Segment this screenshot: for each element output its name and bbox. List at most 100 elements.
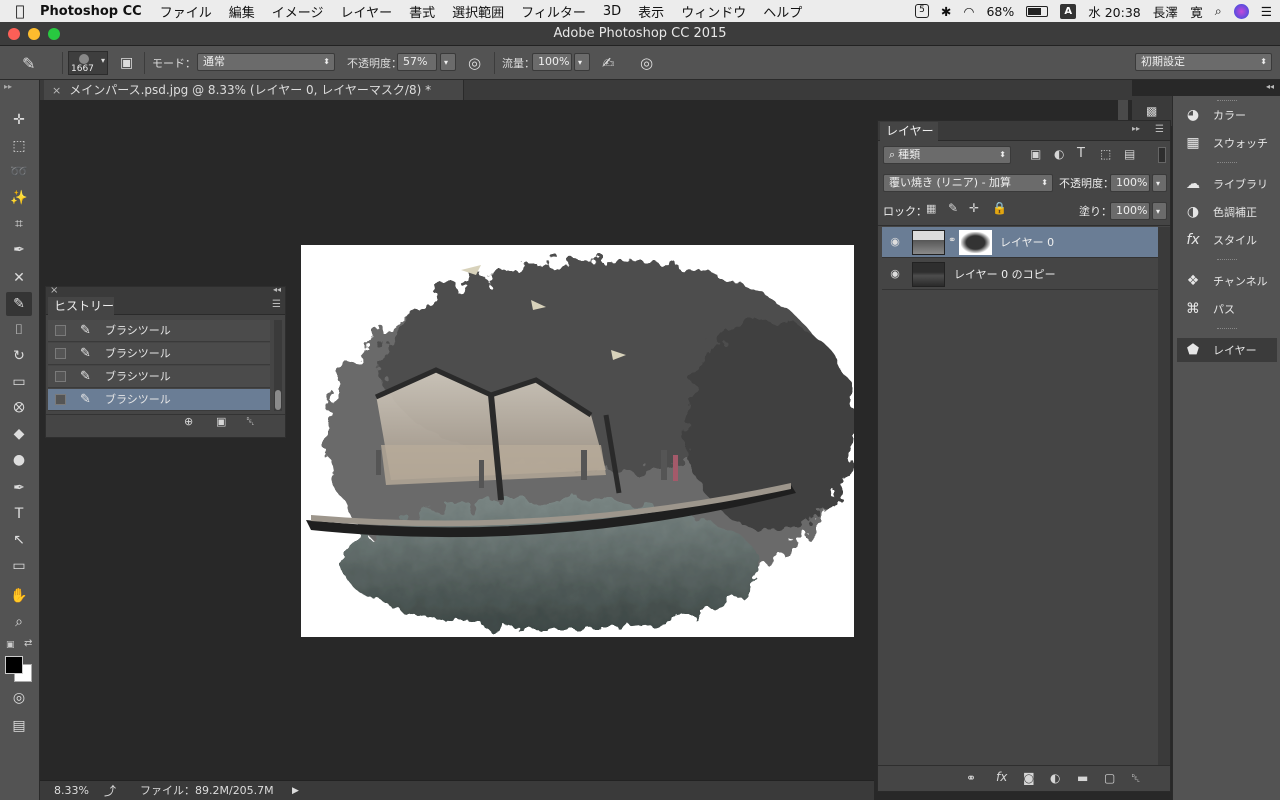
layers-tab[interactable]: レイヤー bbox=[880, 122, 938, 141]
history-tab[interactable]: ヒストリー bbox=[48, 297, 114, 315]
collapse-panel-icon[interactable]: ◂◂ bbox=[273, 285, 281, 294]
brush-size-picker[interactable]: 1667 ▾ bbox=[68, 51, 108, 75]
type-tool-icon[interactable]: T bbox=[6, 502, 32, 526]
fx-layer-style-icon[interactable]: fx bbox=[996, 770, 1007, 784]
flow-dropdown-button[interactable]: ▾ bbox=[574, 53, 590, 71]
blend-mode-select[interactable]: 通常 ⬍ bbox=[197, 53, 335, 71]
eraser-tool-icon[interactable]: ▭ bbox=[6, 370, 32, 394]
menubar-user[interactable]: 長澤 寛 bbox=[1153, 2, 1203, 21]
default-colors-icon[interactable]: ▣ bbox=[6, 640, 15, 650]
hand-tool-icon[interactable]: ✋ bbox=[6, 584, 32, 608]
bluetooth-icon[interactable]: ✱ bbox=[941, 4, 951, 19]
menu-edit[interactable]: 編集 bbox=[229, 2, 255, 21]
menu-image[interactable]: イメージ bbox=[272, 2, 324, 21]
marquee-tool-icon[interactable]: ⬚ bbox=[6, 134, 32, 158]
quick-mask-icon[interactable]: ◎ bbox=[6, 686, 32, 710]
collapse-panel-icon[interactable]: ▸▸ bbox=[4, 82, 12, 91]
zoom-tool-icon[interactable]: ⌕ bbox=[6, 610, 32, 634]
lock-transparent-pixels-icon[interactable]: ▦ bbox=[926, 202, 936, 215]
path-selection-tool-icon[interactable]: ↖ bbox=[6, 528, 32, 552]
blur-tool-icon[interactable]: ◆ bbox=[6, 422, 32, 446]
close-window-icon[interactable] bbox=[8, 28, 20, 40]
fill-dropdown[interactable]: ▾ bbox=[1152, 202, 1167, 220]
history-state-row-selected[interactable]: ✎ ブラシツール bbox=[48, 389, 270, 411]
rectangle-tool-icon[interactable]: ▭ bbox=[6, 554, 32, 578]
airbrush-icon[interactable]: ✍ bbox=[602, 46, 615, 80]
filter-type-layers-icon[interactable]: T bbox=[1077, 146, 1085, 161]
dock-item-paths[interactable]: ⌘ パス bbox=[1177, 297, 1277, 321]
layer-opacity-input[interactable]: 100% bbox=[1110, 174, 1150, 192]
menu-filter[interactable]: フィルター bbox=[521, 2, 586, 21]
dock-item-styles[interactable]: fx スタイル bbox=[1177, 228, 1277, 252]
panel-menu-icon[interactable]: ☰ bbox=[1155, 124, 1164, 135]
brush-tool-preset-icon[interactable]: ✎ bbox=[22, 46, 35, 80]
history-brush-tool-icon[interactable]: ↻ bbox=[6, 344, 32, 368]
dock-item-channels[interactable]: ❖ チャンネル bbox=[1177, 269, 1277, 293]
spotlight-search-icon[interactable]: ⌕ bbox=[1215, 3, 1222, 19]
status-menu-arrow-icon[interactable]: ▶ bbox=[292, 781, 299, 800]
lock-position-icon[interactable]: ✛ bbox=[969, 201, 979, 215]
magic-wand-tool-icon[interactable]: ✨ bbox=[6, 186, 32, 210]
history-state-row[interactable]: ✎ ブラシツール bbox=[48, 366, 270, 388]
paint-bucket-tool-icon[interactable]: ⭙ bbox=[6, 396, 32, 420]
scrollbar-thumb[interactable] bbox=[275, 390, 281, 410]
visibility-eye-icon[interactable]: ◉ bbox=[888, 235, 902, 249]
battery-icon[interactable] bbox=[1026, 5, 1049, 17]
battery-percent[interactable]: 68% bbox=[986, 4, 1014, 19]
trash-icon[interactable]: ␡ bbox=[246, 415, 255, 429]
layer-mask-thumbnail[interactable] bbox=[959, 230, 992, 255]
menubar-clock[interactable]: 水 20:38 bbox=[1088, 2, 1141, 21]
layer-thumbnail[interactable] bbox=[912, 262, 945, 287]
history-source-checkbox[interactable] bbox=[55, 348, 66, 359]
delete-layer-trash-icon[interactable]: ␡ bbox=[1131, 771, 1141, 786]
camera-snapshot-icon[interactable]: ▣ bbox=[216, 415, 226, 428]
siri-icon[interactable] bbox=[1233, 3, 1249, 19]
dock-item-swatches[interactable]: ▦ スウォッチ bbox=[1177, 131, 1277, 155]
workspace-select[interactable]: 初期設定 ⬍ bbox=[1135, 53, 1272, 71]
menu-window[interactable]: ウィンドウ bbox=[681, 2, 746, 21]
menu-3d[interactable]: 3D bbox=[603, 4, 621, 19]
flow-input[interactable]: 100% bbox=[532, 53, 572, 71]
history-source-checkbox[interactable] bbox=[55, 325, 66, 336]
dodge-tool-icon[interactable]: ● bbox=[6, 448, 32, 472]
pen-tool-icon[interactable]: ✒ bbox=[6, 476, 32, 500]
dock-item-adjustments[interactable]: ◑ 色調補正 bbox=[1177, 200, 1277, 224]
apple-menu-icon[interactable]:  bbox=[0, 2, 40, 20]
dock-item-layers[interactable]: ⬟ レイヤー bbox=[1177, 338, 1277, 362]
new-document-from-state-icon[interactable]: ⊕ bbox=[184, 415, 193, 428]
history-source-checkbox[interactable] bbox=[55, 371, 66, 382]
vertical-scrollbar[interactable] bbox=[1118, 100, 1128, 120]
filter-smart-objects-icon[interactable]: ▤ bbox=[1124, 147, 1135, 161]
document-canvas[interactable] bbox=[301, 245, 854, 637]
dock-item-color[interactable]: ◕ カラー bbox=[1177, 103, 1277, 127]
document-tab[interactable]: × メインパース.psd.jpg @ 8.33% (レイヤー 0, レイヤーマスク… bbox=[44, 80, 464, 100]
minimize-window-icon[interactable] bbox=[28, 28, 40, 40]
move-tool-icon[interactable]: ✛ bbox=[6, 108, 32, 132]
zoom-window-icon[interactable] bbox=[48, 28, 60, 40]
brush-tool-icon[interactable]: ✎ bbox=[6, 292, 32, 316]
share-icon[interactable]: ⤴ bbox=[104, 781, 116, 800]
lasso-tool-icon[interactable]: ➿ bbox=[6, 160, 32, 184]
panel-menu-icon[interactable]: ☰ bbox=[272, 299, 281, 310]
menu-layer[interactable]: レイヤー bbox=[340, 2, 392, 21]
layer-row[interactable]: ◉ レイヤー 0 のコピー bbox=[882, 259, 1158, 290]
menu-select[interactable]: 選択範囲 bbox=[452, 2, 504, 21]
add-mask-icon[interactable]: ◙ bbox=[1023, 771, 1035, 785]
lock-image-pixels-icon[interactable]: ✎ bbox=[948, 201, 958, 215]
status-badge-icon[interactable]: 5 bbox=[915, 4, 930, 18]
opacity-input[interactable]: 57% bbox=[397, 53, 437, 71]
new-group-folder-icon[interactable]: ▬ bbox=[1077, 771, 1088, 785]
filter-pixel-layers-icon[interactable]: ▣ bbox=[1030, 147, 1041, 161]
filter-adjustment-layers-icon[interactable]: ◐ bbox=[1054, 147, 1064, 161]
menu-view[interactable]: 表示 bbox=[638, 2, 664, 21]
menu-file[interactable]: ファイル bbox=[160, 2, 212, 21]
pressure-size-icon[interactable]: ◎ bbox=[640, 46, 653, 80]
collapse-dock-icon[interactable]: ◂◂ bbox=[1266, 82, 1274, 91]
screen-mode-icon[interactable]: ▤ bbox=[6, 714, 32, 738]
crop-tool-icon[interactable]: ⌗ bbox=[6, 212, 32, 236]
notification-center-icon[interactable]: ☰ bbox=[1261, 4, 1272, 19]
swap-colors-icon[interactable]: ⇄ bbox=[24, 638, 32, 649]
visibility-eye-icon[interactable]: ◉ bbox=[888, 267, 902, 281]
history-state-row[interactable]: ✎ ブラシツール bbox=[48, 320, 270, 342]
3d-panel-icon[interactable]: ▩ bbox=[1146, 104, 1157, 118]
